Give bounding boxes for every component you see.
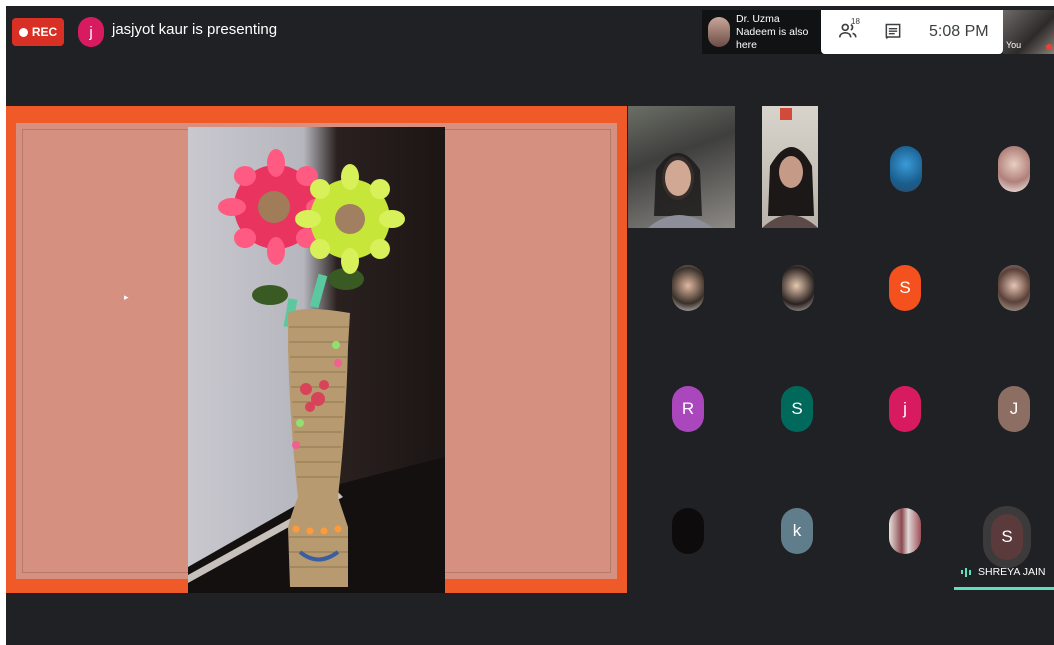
flower-vase-illustration [188, 149, 445, 597]
participant-avatar-photo-6[interactable] [889, 508, 921, 554]
chat-icon[interactable] [883, 22, 903, 42]
participant-video-2 [762, 108, 818, 228]
top-controls: 18 5:08 PM [821, 10, 1003, 54]
avatar-initial: k [792, 521, 802, 540]
participant-avatar-photo-5[interactable] [998, 265, 1030, 311]
participant-avatar-photo-4[interactable] [782, 265, 814, 311]
also-here-avatar [708, 17, 730, 47]
avatar-initial: j [903, 399, 907, 418]
participant-avatar-j-brown[interactable]: J [998, 386, 1030, 432]
participant-avatar-s-orange[interactable]: S [889, 265, 921, 311]
mouse-cursor-icon: ▸ [124, 292, 129, 302]
avatar-initial: J [1009, 399, 1019, 418]
participant-avatar-s-speaking: S [991, 514, 1023, 560]
speaking-equalizer-icon [961, 567, 971, 577]
presenter-initial: j [89, 23, 93, 41]
participant-avatar-k[interactable]: k [781, 508, 813, 554]
presentation-area: ▸ [6, 106, 627, 597]
participant-avatar-photo-1[interactable] [890, 146, 922, 192]
meet-window: REC j jasjyot kaur is presenting Dr. Uzm… [6, 6, 1054, 645]
self-view-tile[interactable]: You [1003, 10, 1054, 54]
participant-count: 18 [851, 17, 860, 26]
rec-label: REC [31, 25, 58, 39]
avatar-initial: S [1001, 527, 1013, 546]
also-here-text: Dr. Uzma Nadeem is also here [736, 12, 809, 51]
meeting-clock: 5:08 PM [929, 23, 989, 40]
participant-camera-2[interactable] [762, 106, 818, 228]
people-button[interactable]: 18 [837, 17, 861, 44]
avatar-initial: S [899, 278, 911, 297]
top-bar: REC j jasjyot kaur is presenting Dr. Uzm… [6, 6, 1054, 56]
participant-avatar-r[interactable]: R [672, 386, 704, 432]
participant-avatar-j-pink[interactable]: j [889, 386, 921, 432]
presenting-status: jasjyot kaur is presenting [112, 21, 278, 38]
rec-dot-icon [18, 27, 28, 37]
bottom-bar [6, 593, 1054, 645]
vase-photo [188, 127, 445, 597]
participant-avatar-photo-2[interactable] [998, 146, 1030, 192]
also-here-notice[interactable]: Dr. Uzma Nadeem is also here [702, 10, 822, 54]
participants-grid: S R S j J k S SHREYA JAIN [627, 106, 1054, 593]
participant-avatar-photo-3[interactable] [672, 265, 704, 311]
active-speaker-tile[interactable]: S [983, 506, 1031, 568]
speaker-name: SHREYA JAIN [978, 566, 1046, 578]
self-label: You [1006, 40, 1022, 50]
participant-camera-1[interactable] [628, 106, 735, 228]
active-speaker-indicator [954, 587, 1054, 590]
presenter-avatar: j [78, 17, 104, 47]
mic-off-icon [1046, 44, 1052, 50]
presentation-slide: ▸ [16, 123, 617, 597]
participant-avatar-dark[interactable] [672, 508, 704, 554]
active-speaker-label: SHREYA JAIN [961, 566, 1046, 578]
participant-video-1 [648, 153, 713, 228]
avatar-initial: R [681, 399, 695, 418]
avatar-initial: S [791, 399, 803, 418]
recording-badge[interactable]: REC [12, 18, 64, 46]
participant-avatar-s-green[interactable]: S [781, 386, 813, 432]
